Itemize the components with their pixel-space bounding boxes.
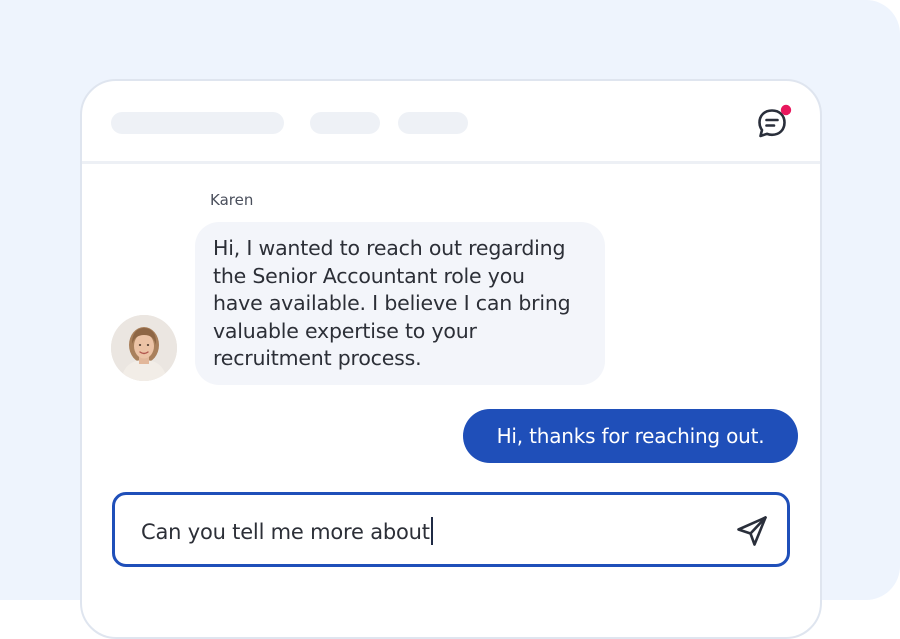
- message-input[interactable]: Can you tell me more about: [141, 517, 433, 545]
- text-caret: [430, 517, 433, 545]
- send-icon[interactable]: [734, 513, 770, 549]
- header-placeholder-bar: [111, 112, 284, 134]
- chat-bubble-icon[interactable]: [754, 104, 792, 142]
- message-input-value: Can you tell me more about: [141, 520, 430, 544]
- message-line: recruitment process.: [213, 346, 422, 370]
- message-line: Hi, I wanted to reach out regarding: [213, 236, 566, 260]
- incoming-message-bubble: Hi, I wanted to reach out regarding the …: [195, 222, 605, 385]
- message-composer[interactable]: Can you tell me more about: [112, 492, 790, 567]
- chat-header: [82, 81, 820, 164]
- notification-dot: [780, 104, 792, 116]
- message-line: have available. I believe I can bring: [213, 291, 571, 315]
- avatar-karen: [111, 315, 177, 381]
- header-placeholder-chip: [310, 112, 380, 134]
- message-line: valuable expertise to your: [213, 318, 477, 343]
- outgoing-message-bubble: Hi, thanks for reaching out.: [463, 409, 798, 463]
- sender-name: Karen: [210, 191, 254, 209]
- chat-window: Karen Hi, I wanted to reach out regardin…: [80, 79, 822, 639]
- message-line: the Senior Accountant role you: [213, 263, 525, 288]
- header-placeholder-chip: [398, 112, 468, 134]
